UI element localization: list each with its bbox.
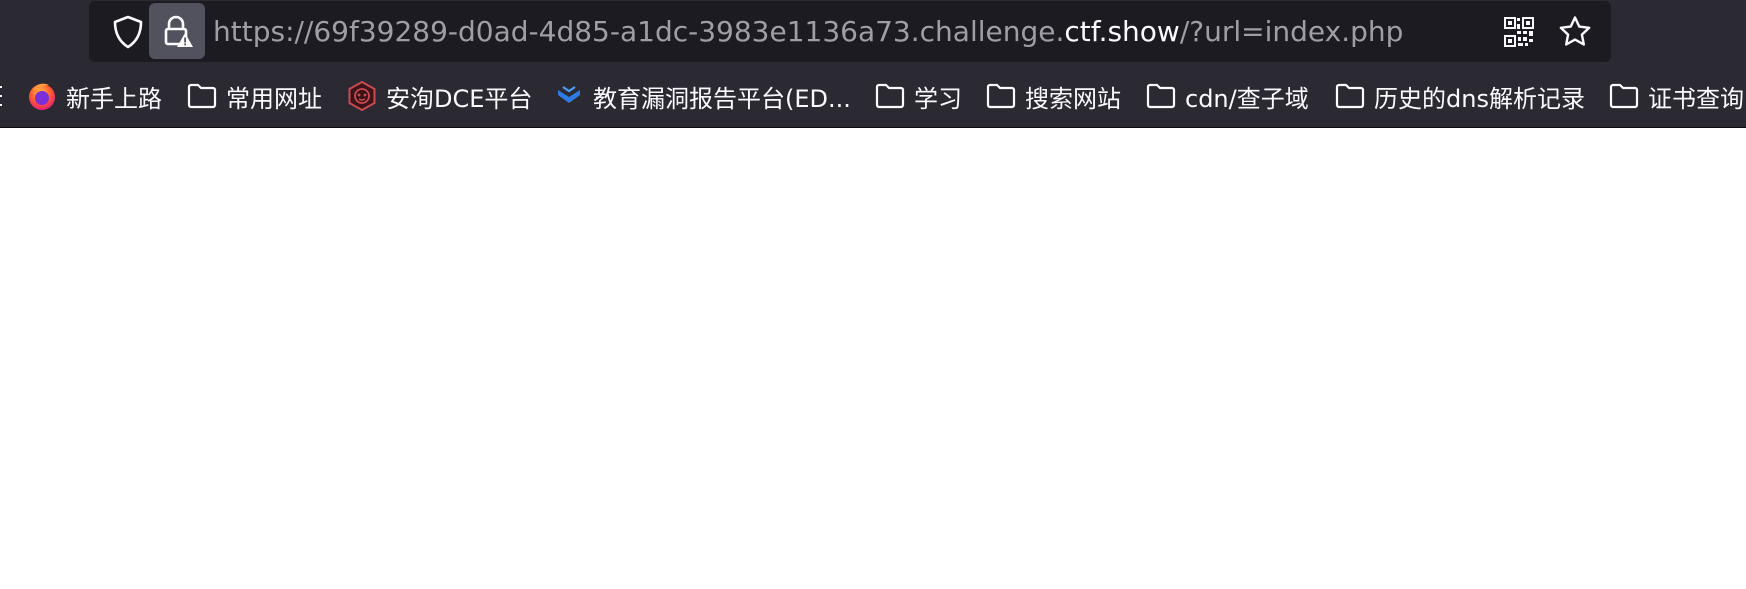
firefox-icon bbox=[26, 80, 58, 112]
bookmark-label: 安洵DCE平台 bbox=[386, 84, 533, 113]
bookmark-item-firefox[interactable]: 新手上路 bbox=[26, 64, 162, 127]
bookmark-label: 搜索网站 bbox=[1025, 84, 1121, 113]
bookmarks-toolbar: 新手上路 常用网址 安洵DCE平台 教育漏洞报告平台(ED... 学习 搜索网站… bbox=[0, 64, 1746, 128]
browser-chrome: https://69f39289-d0ad-4d85-a1dc-3983e113… bbox=[0, 0, 1746, 128]
folder-icon bbox=[1608, 80, 1640, 112]
bookmark-label: 证书查询 bbox=[1648, 84, 1744, 113]
bookmark-label: 常用网址 bbox=[226, 84, 322, 113]
bookmark-folder-cert[interactable]: 证书查询 bbox=[1608, 64, 1744, 127]
bookmark-overflow-fragment[interactable] bbox=[0, 64, 4, 127]
bookmark-label: cdn/查子域 bbox=[1185, 84, 1309, 113]
monkey-logo-icon bbox=[346, 80, 378, 112]
bookmark-label: 教育漏洞报告平台(ED... bbox=[593, 84, 851, 113]
bookmark-folder-dns[interactable]: 历史的dns解析记录 bbox=[1334, 64, 1585, 127]
bookmark-item-dce[interactable]: 安洵DCE平台 bbox=[346, 64, 533, 127]
bookmark-folder-study[interactable]: 学习 bbox=[874, 64, 962, 127]
folder-icon bbox=[985, 80, 1017, 112]
bookmark-folder-cdn[interactable]: cdn/查子域 bbox=[1145, 64, 1309, 127]
shield-icon[interactable] bbox=[104, 9, 152, 54]
folder-icon bbox=[1334, 80, 1366, 112]
bookmark-item-edu[interactable]: 教育漏洞报告平台(ED... bbox=[553, 64, 851, 127]
url-host: ctf.show bbox=[1064, 15, 1180, 48]
folder-icon bbox=[874, 80, 906, 112]
bookmark-folder-search[interactable]: 搜索网站 bbox=[985, 64, 1121, 127]
address-bar[interactable]: https://69f39289-d0ad-4d85-a1dc-3983e113… bbox=[89, 1, 1611, 62]
bookmark-label: 历史的dns解析记录 bbox=[1374, 84, 1585, 113]
qr-code-icon[interactable] bbox=[1498, 11, 1540, 53]
bookmark-folder-common[interactable]: 常用网址 bbox=[186, 64, 322, 127]
url-text[interactable]: https://69f39289-d0ad-4d85-a1dc-3983e113… bbox=[213, 1, 1403, 62]
url-suffix: /?url=index.php bbox=[1179, 15, 1404, 48]
star-icon[interactable] bbox=[1554, 11, 1596, 53]
lock-warning-icon[interactable] bbox=[149, 3, 205, 59]
bookmark-label: 新手上路 bbox=[66, 84, 162, 113]
url-prefix: https://69f39289-d0ad-4d85-a1dc-3983e113… bbox=[213, 15, 1065, 48]
folder-icon bbox=[1145, 80, 1177, 112]
bookmark-label: 学习 bbox=[914, 84, 962, 113]
edu-logo-icon bbox=[553, 80, 585, 112]
page-content bbox=[0, 128, 1746, 589]
navigation-toolbar: https://69f39289-d0ad-4d85-a1dc-3983e113… bbox=[0, 0, 1746, 64]
folder-icon bbox=[186, 80, 218, 112]
